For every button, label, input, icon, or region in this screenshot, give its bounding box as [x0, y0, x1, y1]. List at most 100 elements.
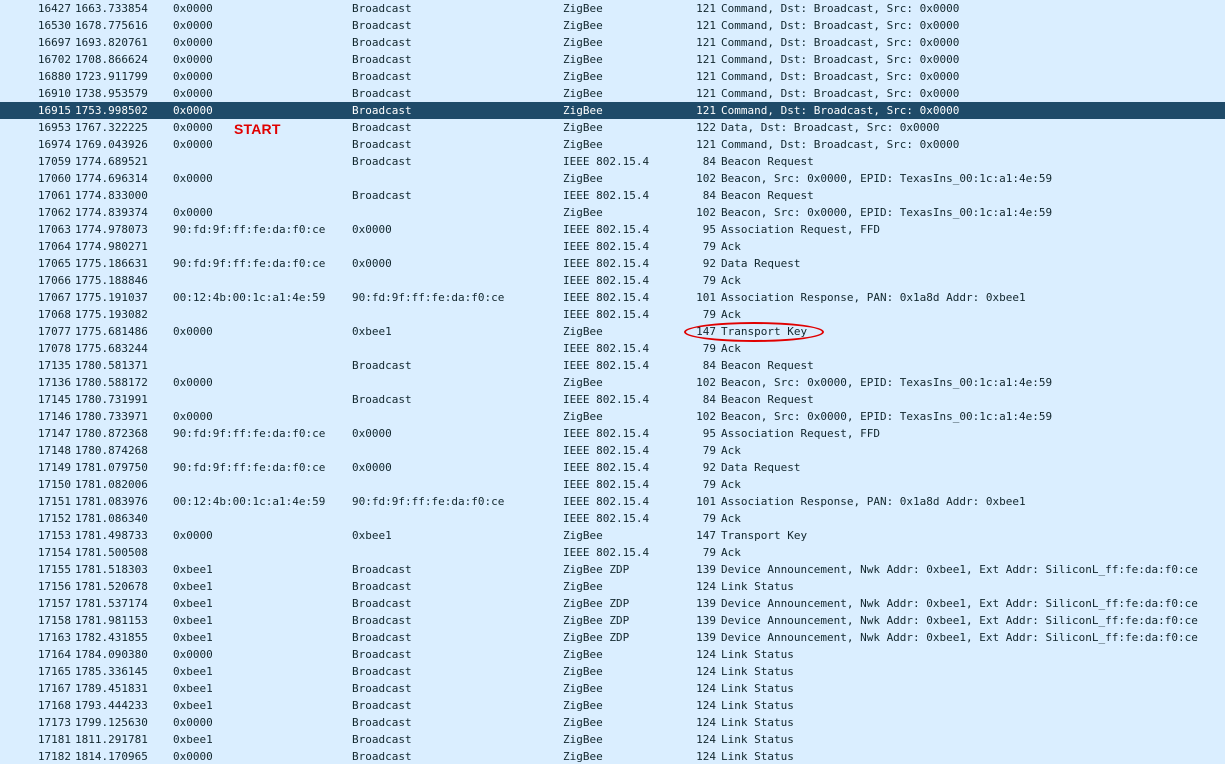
table-row[interactable]: 17153 1781.498733 0x0000 0xbee1 ZigBee 147 Tra… [0, 527, 1225, 544]
packet-time: 1775.681486 [75, 325, 148, 338]
table-row[interactable]: 16915 1753.998502 0x0000 Broadcast ZigBee 121… [0, 102, 1225, 119]
packet-protocol: IEEE 802.15.4 [563, 359, 650, 372]
packet-destination: 0x0000 [352, 427, 392, 440]
packet-number: 17151 [37, 495, 71, 508]
packet-destination: Broadcast [352, 359, 412, 372]
table-row[interactable]: 17149 1781.079750 90:fd:9f:ff:fe:da:f0:ce 0… [0, 459, 1225, 476]
packet-number: 16697 [37, 36, 71, 49]
packet-number: 16427 [37, 2, 71, 15]
packet-source: 90:fd:9f:ff:fe:da:f0:ce [173, 461, 326, 474]
table-row[interactable]: 17135 1780.581371 Broadcast IEEE 802.15.4 84… [0, 357, 1225, 374]
table-row[interactable]: 17145 1780.731991 Broadcast IEEE 802.15.4 84… [0, 391, 1225, 408]
packet-source: 0xbee1 [173, 614, 213, 627]
table-row[interactable]: 17078 1775.683244 IEEE 802.15.4 79 Ack [0, 340, 1225, 357]
packet-time: 1774.980271 [75, 240, 148, 253]
packet-number: 17077 [37, 325, 71, 338]
packet-info: Command, Dst: Broadcast, Src: 0x0000 [721, 70, 960, 83]
packet-time: 1708.866624 [75, 53, 148, 66]
packet-protocol: IEEE 802.15.4 [563, 257, 650, 270]
table-row[interactable]: 17157 1781.537174 0xbee1 Broadcast ZigBee ZD… [0, 595, 1225, 612]
table-row[interactable]: 16530 1678.775616 0x0000 Broadcast ZigBee 121… [0, 17, 1225, 34]
table-row[interactable]: 16910 1738.953579 0x0000 Broadcast ZigBee 121… [0, 85, 1225, 102]
table-row[interactable]: 17167 1789.451831 0xbee1 Broadcast ZigBee 124… [0, 680, 1225, 697]
packet-time: 1774.696314 [75, 172, 148, 185]
packet-destination: 90:fd:9f:ff:fe:da:f0:ce [352, 495, 505, 508]
table-row[interactable]: 17059 1774.689521 Broadcast IEEE 802.15.4 84… [0, 153, 1225, 170]
packet-time: 1738.953579 [75, 87, 148, 100]
table-row[interactable]: 17154 1781.500508 IEEE 802.15.4 79 Ack [0, 544, 1225, 561]
packet-time: 1774.978073 [75, 223, 148, 236]
packet-info: Association Response, PAN: 0x1a8d Addr: … [721, 291, 1026, 304]
table-row[interactable]: 16880 1723.911799 0x0000 Broadcast ZigBee 121… [0, 68, 1225, 85]
packet-number: 17067 [37, 291, 71, 304]
packet-length: 122 [696, 121, 716, 134]
packet-length: 139 [696, 563, 716, 576]
table-row[interactable]: 17158 1781.981153 0xbee1 Broadcast ZigBee ZD… [0, 612, 1225, 629]
table-row[interactable]: 16953 1767.322225 0x0000 Broadcast ZigBee 122… [0, 119, 1225, 136]
packet-time: 1799.125630 [75, 716, 148, 729]
packet-protocol: ZigBee [563, 733, 603, 746]
packet-protocol: IEEE 802.15.4 [563, 291, 650, 304]
table-row[interactable]: 17168 1793.444233 0xbee1 Broadcast ZigBee 124… [0, 697, 1225, 714]
table-row[interactable]: 17155 1781.518303 0xbee1 Broadcast ZigBee ZD… [0, 561, 1225, 578]
table-row[interactable]: 16974 1769.043926 0x0000 Broadcast ZigBee 121… [0, 136, 1225, 153]
table-row[interactable]: 17066 1775.188846 IEEE 802.15.4 79 Ack [0, 272, 1225, 289]
table-row[interactable]: 17181 1811.291781 0xbee1 Broadcast ZigBee 124… [0, 731, 1225, 748]
table-row[interactable]: 17068 1775.193082 IEEE 802.15.4 79 Ack [0, 306, 1225, 323]
packet-length: 102 [696, 206, 716, 219]
table-row[interactable]: 17150 1781.082006 IEEE 802.15.4 79 Ack [0, 476, 1225, 493]
packet-list[interactable]: 16427 1663.733854 0x0000 Broadcast ZigBee 121… [0, 0, 1225, 764]
table-row[interactable]: 16427 1663.733854 0x0000 Broadcast ZigBee 121… [0, 0, 1225, 17]
table-row[interactable]: 17060 1774.696314 0x0000 ZigBee 102 Beacon, S… [0, 170, 1225, 187]
packet-length: 84 [702, 189, 716, 202]
table-row[interactable]: 17156 1781.520678 0xbee1 Broadcast ZigBee 124… [0, 578, 1225, 595]
table-row[interactable]: 17064 1774.980271 IEEE 802.15.4 79 Ack [0, 238, 1225, 255]
packet-destination: 0x0000 [352, 223, 392, 236]
packet-destination: 0xbee1 [352, 325, 392, 338]
packet-source: 0x0000 [173, 121, 213, 134]
packet-number: 17060 [37, 172, 71, 185]
packet-destination: Broadcast [352, 155, 412, 168]
packet-length: 101 [696, 291, 716, 304]
table-row[interactable]: 17173 1799.125630 0x0000 Broadcast ZigBee 124… [0, 714, 1225, 731]
table-row[interactable]: 17077 1775.681486 0x0000 0xbee1 ZigBee 147 Tra… [0, 323, 1225, 340]
table-row[interactable]: 17165 1785.336145 0xbee1 Broadcast ZigBee 124… [0, 663, 1225, 680]
packet-source: 0x0000 [173, 53, 213, 66]
table-row[interactable]: 17063 1774.978073 90:fd:9f:ff:fe:da:f0:ce 0… [0, 221, 1225, 238]
packet-time: 1780.588172 [75, 376, 148, 389]
packet-number: 17068 [37, 308, 71, 321]
packet-number: 17154 [37, 546, 71, 559]
table-row[interactable]: 17152 1781.086340 IEEE 802.15.4 79 Ack [0, 510, 1225, 527]
table-row[interactable]: 17146 1780.733971 0x0000 ZigBee 102 Beacon, S… [0, 408, 1225, 425]
packet-protocol: IEEE 802.15.4 [563, 461, 650, 474]
table-row[interactable]: 17147 1780.872368 90:fd:9f:ff:fe:da:f0:ce 0… [0, 425, 1225, 442]
table-row[interactable]: 17148 1780.874268 IEEE 802.15.4 79 Ack [0, 442, 1225, 459]
packet-time: 1781.079750 [75, 461, 148, 474]
packet-number: 16702 [37, 53, 71, 66]
packet-info: Ack [721, 512, 741, 525]
table-row[interactable]: 17163 1782.431855 0xbee1 Broadcast ZigBee ZD… [0, 629, 1225, 646]
table-row[interactable]: 16697 1693.820761 0x0000 Broadcast ZigBee 121… [0, 34, 1225, 51]
packet-info: Command, Dst: Broadcast, Src: 0x0000 [721, 53, 960, 66]
packet-source: 0x0000 [173, 104, 213, 117]
packet-number: 16915 [37, 104, 71, 117]
packet-source: 0x0000 [173, 2, 213, 15]
table-row[interactable]: 17061 1774.833000 Broadcast IEEE 802.15.4 84… [0, 187, 1225, 204]
table-row[interactable]: 17136 1780.588172 0x0000 ZigBee 102 Beacon, S… [0, 374, 1225, 391]
table-row[interactable]: 17151 1781.083976 00:12:4b:00:1c:a1:4e:59 9… [0, 493, 1225, 510]
table-row[interactable]: 17164 1784.090380 0x0000 Broadcast ZigBee 124… [0, 646, 1225, 663]
table-row[interactable]: 17182 1814.170965 0x0000 Broadcast ZigBee 124… [0, 748, 1225, 764]
table-row[interactable]: 16702 1708.866624 0x0000 Broadcast ZigBee 121… [0, 51, 1225, 68]
packet-protocol: ZigBee [563, 121, 603, 134]
packet-time: 1723.911799 [75, 70, 148, 83]
packet-source: 0x0000 [173, 410, 213, 423]
table-row[interactable]: 17067 1775.191037 00:12:4b:00:1c:a1:4e:59 9… [0, 289, 1225, 306]
packet-source: 00:12:4b:00:1c:a1:4e:59 [173, 291, 326, 304]
packet-info: Ack [721, 274, 741, 287]
packet-info: Ack [721, 546, 741, 559]
packet-protocol: ZigBee [563, 19, 603, 32]
packet-length: 121 [696, 70, 716, 83]
table-row[interactable]: 17065 1775.186631 90:fd:9f:ff:fe:da:f0:ce 0… [0, 255, 1225, 272]
table-row[interactable]: 17062 1774.839374 0x0000 ZigBee 102 Beacon, S… [0, 204, 1225, 221]
packet-info: Association Request, FFD [721, 427, 880, 440]
